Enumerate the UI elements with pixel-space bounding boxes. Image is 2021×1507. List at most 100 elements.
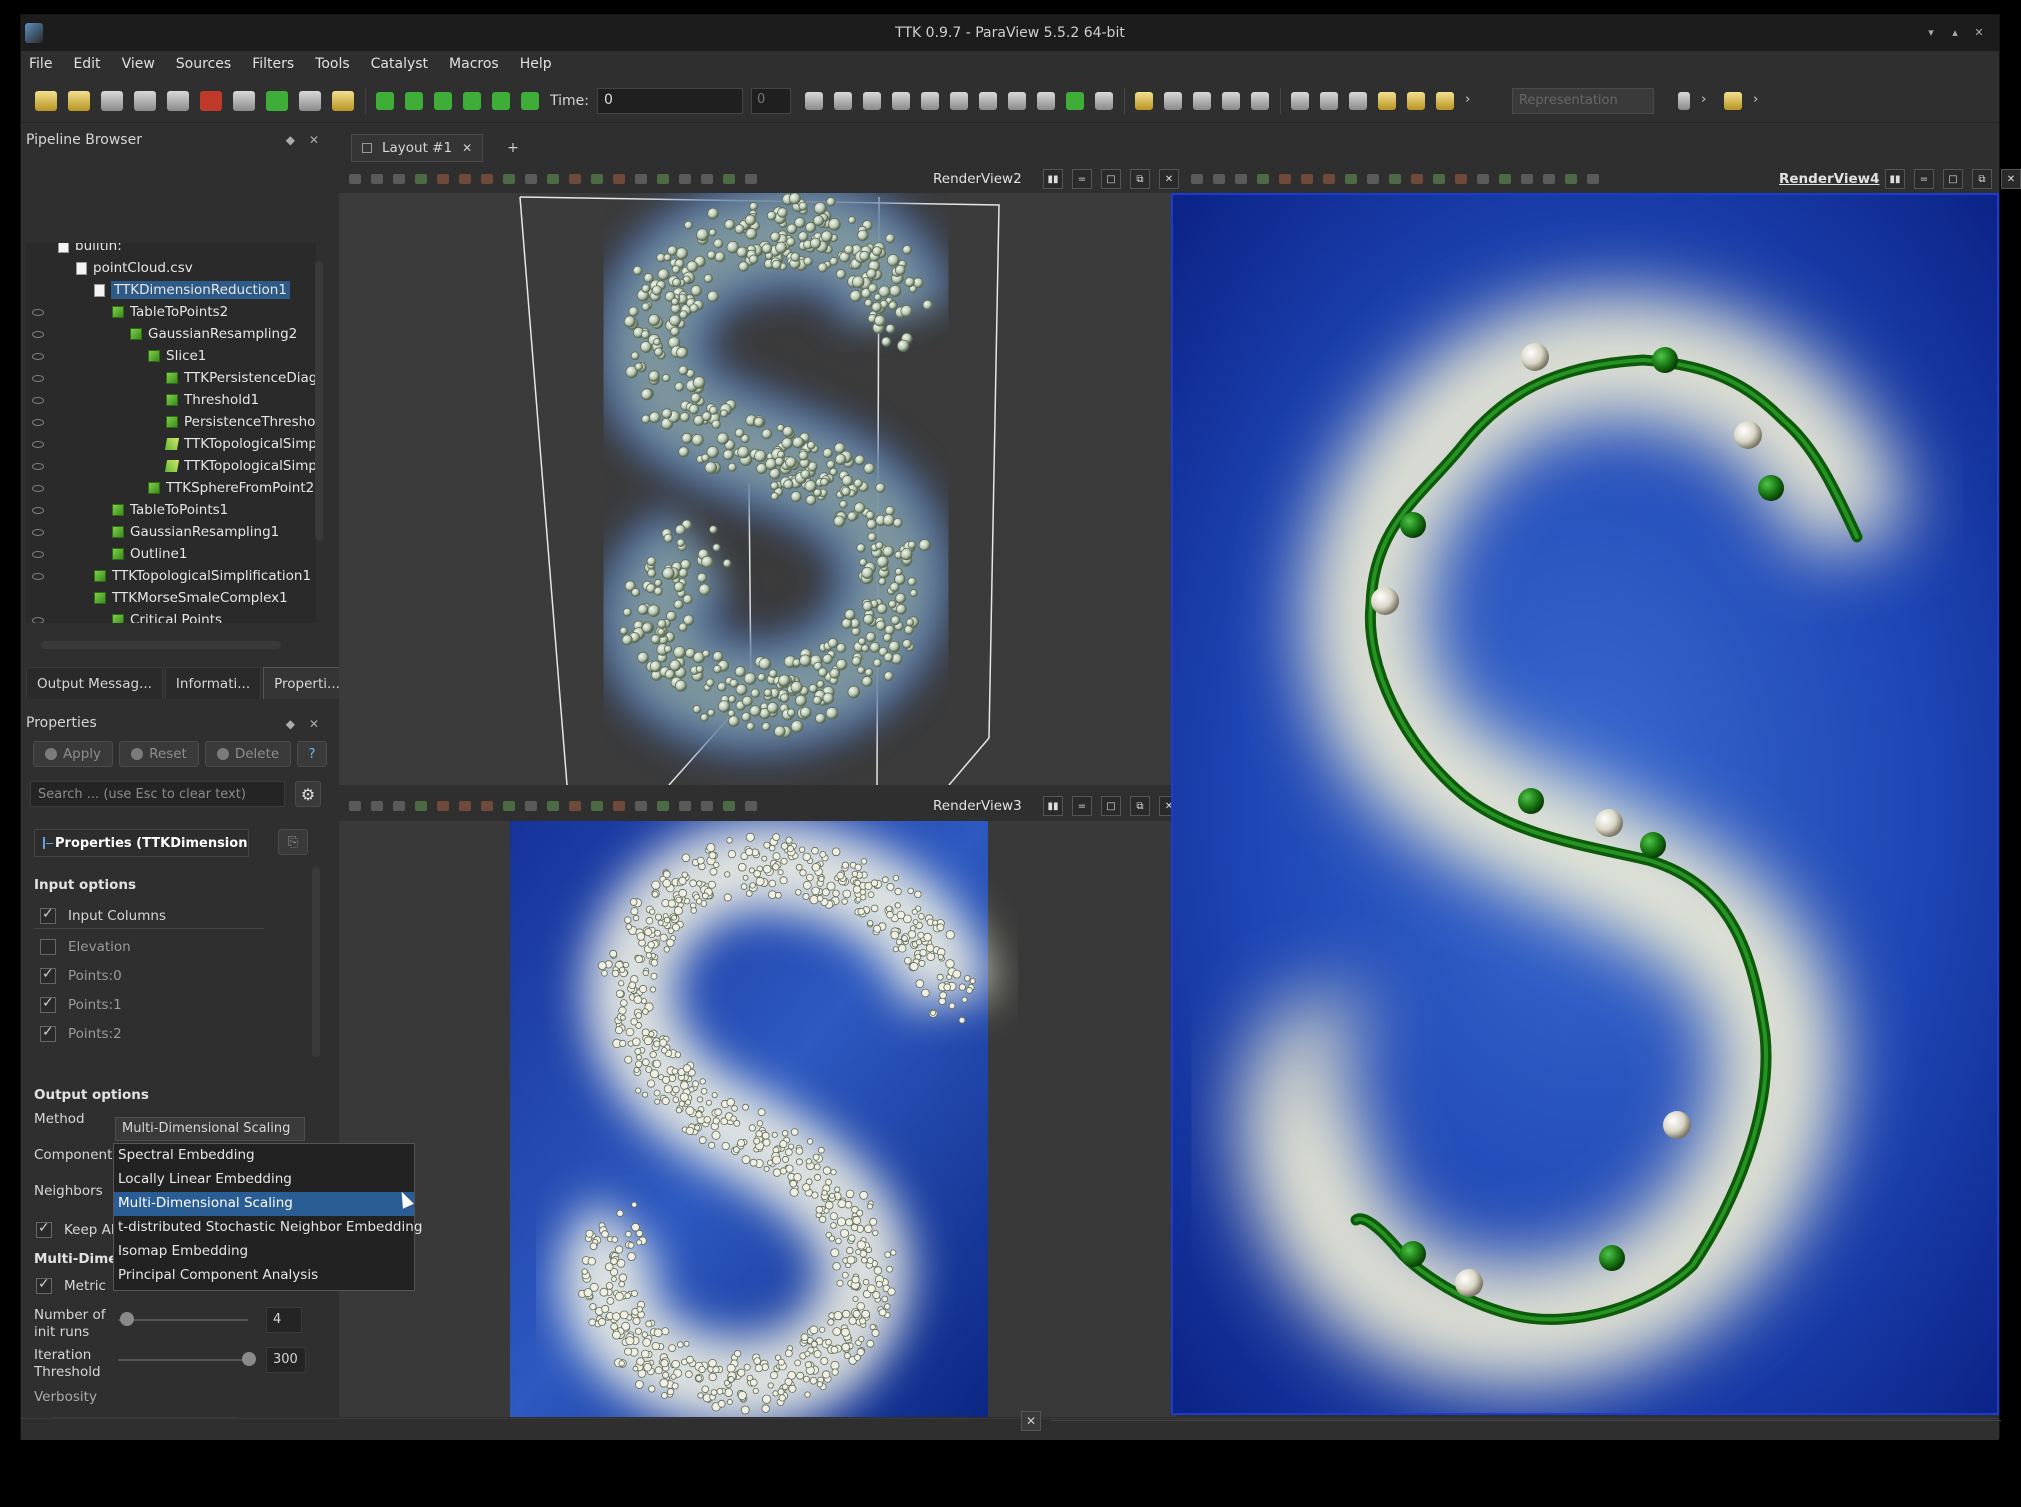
visibility-eye-icon[interactable] <box>32 484 44 492</box>
column-row-points2[interactable]: Points:2 <box>34 1021 264 1047</box>
visibility-eye-icon[interactable] <box>32 506 44 514</box>
method-option[interactable]: Spectral Embedding <box>114 1144 414 1168</box>
threshold-icon[interactable] <box>920 91 939 110</box>
orientation-axes-icon[interactable] <box>1723 91 1742 110</box>
view-tool-icon[interactable] <box>723 174 735 184</box>
properties-vscroll[interactable] <box>312 867 320 1057</box>
glyph-icon[interactable] <box>978 91 997 110</box>
last-frame-icon[interactable] <box>492 91 510 110</box>
view-tool-icon[interactable] <box>1367 174 1379 184</box>
view-tool-icon[interactable] <box>393 801 405 811</box>
pipeline-item[interactable]: pointCloud.csv <box>76 257 193 279</box>
view-tool-icon[interactable] <box>1455 174 1467 184</box>
split-vertical-button[interactable]: □ <box>1943 169 1963 189</box>
menu-catalyst[interactable]: Catalyst <box>371 56 428 72</box>
camera-undo-icon[interactable] <box>266 90 288 111</box>
clear-selection-icon[interactable] <box>1250 91 1269 110</box>
keep-all-checkbox[interactable] <box>36 1220 52 1238</box>
view-tool-icon[interactable] <box>657 801 669 811</box>
next-frame-icon[interactable] <box>463 91 481 110</box>
warp-vector-icon[interactable] <box>1036 91 1055 110</box>
redo-icon[interactable] <box>233 90 255 111</box>
pipeline-vscroll[interactable] <box>315 261 323 541</box>
view-tool-icon[interactable] <box>415 174 427 184</box>
view-tool-icon[interactable] <box>1213 174 1225 184</box>
reset-button[interactable]: Reset <box>119 741 199 767</box>
input-columns-header[interactable]: Input Columns <box>34 903 264 929</box>
method-option[interactable]: Locally Linear Embedding <box>114 1168 414 1192</box>
visibility-eye-icon[interactable] <box>32 462 44 470</box>
more-display-chevron-icon[interactable]: › <box>1701 91 1713 111</box>
disconnect-icon[interactable] <box>134 90 156 111</box>
view-tool-icon[interactable] <box>569 801 581 811</box>
split-vertical-button[interactable]: □ <box>1101 796 1121 816</box>
menu-tools[interactable]: Tools <box>315 56 350 72</box>
more-tools-chevron-icon[interactable]: › <box>1465 91 1477 111</box>
render-view-3[interactable] <box>339 821 1177 1417</box>
pipeline-item[interactable]: TableToPoints2 <box>32 301 228 323</box>
visibility-eye-icon[interactable] <box>32 308 44 316</box>
camera-redo-icon[interactable] <box>299 90 321 111</box>
init-runs-slider-track[interactable] <box>118 1319 248 1321</box>
layout-tab[interactable]: Layout #1 ✕ <box>351 134 484 162</box>
view-tool-icon[interactable] <box>503 801 515 811</box>
properties-undock-icon[interactable]: ◆ <box>286 717 295 731</box>
view-tool-icon[interactable] <box>459 801 471 811</box>
view-tool-icon[interactable] <box>547 801 559 811</box>
pause-view-button[interactable]: ▮▮ <box>1043 169 1063 189</box>
select-block-icon[interactable] <box>1192 91 1211 110</box>
maximize-button[interactable]: ▴ <box>1947 23 1963 41</box>
maximize-view-button[interactable]: ⧉ <box>1130 796 1150 816</box>
time-step-spinbox[interactable]: 0 <box>750 87 791 114</box>
view-tool-icon[interactable] <box>525 174 537 184</box>
input-columns-checkbox[interactable] <box>40 906 56 924</box>
view-tool-icon[interactable] <box>569 174 581 184</box>
maximize-view-button[interactable]: ⧉ <box>1130 169 1150 189</box>
view-minus-x-icon[interactable] <box>1406 91 1425 110</box>
view-tool-icon[interactable] <box>349 174 361 184</box>
points1-checkbox[interactable] <box>40 995 56 1013</box>
view-tool-icon[interactable] <box>1323 174 1335 184</box>
view-tool-icon[interactable] <box>679 174 691 184</box>
visibility-eye-icon[interactable] <box>32 396 44 404</box>
menu-help[interactable]: Help <box>520 56 552 72</box>
gear-icon[interactable]: ⚙ <box>295 781 321 807</box>
edit-color-map-icon[interactable] <box>1677 91 1690 110</box>
view-tool-icon[interactable] <box>1279 174 1291 184</box>
menu-file[interactable]: File <box>29 56 52 72</box>
view-tool-icon[interactable] <box>415 801 427 811</box>
visibility-eye-icon[interactable] <box>32 528 44 536</box>
view-tool-icon[interactable] <box>657 174 669 184</box>
view-tool-icon[interactable] <box>1257 174 1269 184</box>
view-tool-icon[interactable] <box>393 174 405 184</box>
pause-view-button[interactable]: ▮▮ <box>1043 796 1063 816</box>
group-datasets-icon[interactable] <box>1065 91 1084 110</box>
properties-close-icon[interactable]: ✕ <box>309 717 319 731</box>
split-horizontal-button[interactable]: = <box>1072 169 1092 189</box>
help-button[interactable]: ? <box>297 741 327 767</box>
init-runs-slider-knob[interactable] <box>120 1312 134 1326</box>
split-horizontal-button[interactable]: = <box>1072 796 1092 816</box>
status-close-button[interactable]: ✕ <box>1021 1411 1041 1431</box>
clip-icon[interactable] <box>862 91 881 110</box>
connect-icon[interactable] <box>101 90 123 111</box>
pipeline-item[interactable]: TTKSphereFromPoint2 <box>32 477 314 499</box>
pipeline-item[interactable]: GaussianResampling2 <box>32 323 297 345</box>
properties-section-header[interactable]: Properties (TTKDimensionRe <box>34 829 249 857</box>
open-file-icon[interactable] <box>35 90 57 111</box>
previous-frame-icon[interactable] <box>405 91 423 110</box>
tab-information[interactable]: Informati... <box>164 667 262 699</box>
view-tool-icon[interactable] <box>481 174 493 184</box>
palette-icon[interactable] <box>332 90 354 111</box>
view-tool-icon[interactable] <box>1521 174 1533 184</box>
view-tool-icon[interactable] <box>745 801 757 811</box>
points0-checkbox[interactable] <box>40 966 56 984</box>
pipeline-item[interactable]: TTKDimensionReduction1 <box>94 279 290 301</box>
undo-icon[interactable] <box>200 90 222 111</box>
column-row-elevation[interactable]: Elevation <box>34 934 264 960</box>
view-tool-icon[interactable] <box>635 174 647 184</box>
view-tool-icon[interactable] <box>701 174 713 184</box>
column-row-points0[interactable]: Points:0 <box>34 963 264 989</box>
undock-icon[interactable]: ◆ <box>286 133 295 147</box>
menu-view[interactable]: View <box>122 56 155 72</box>
